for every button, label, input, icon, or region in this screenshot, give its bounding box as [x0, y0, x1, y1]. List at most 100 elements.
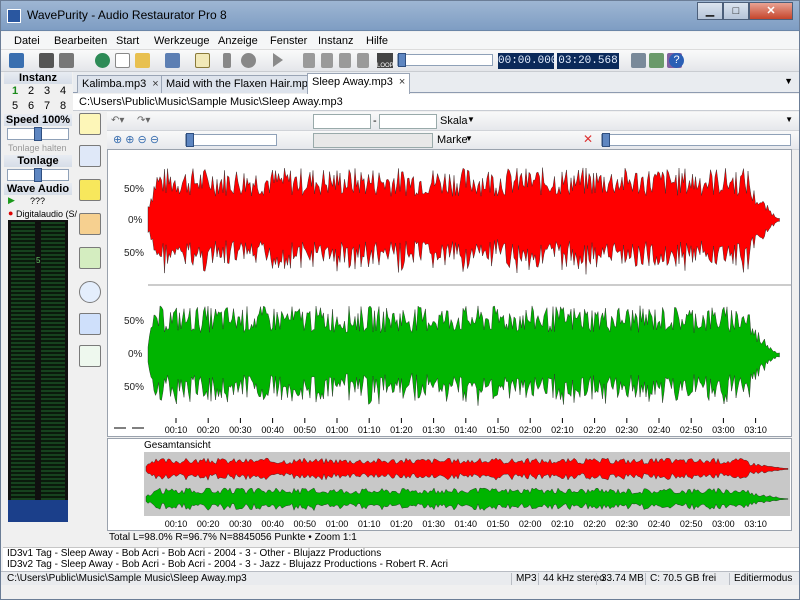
skala-dropdown-icon[interactable]: ▼: [467, 115, 475, 124]
main-toolbar: LOOP 00:00.000 03:20.568 ?: [1, 50, 799, 72]
loop-icon[interactable]: LOOP: [377, 53, 394, 69]
timeline-label: 01:10: [358, 425, 381, 435]
overview-canvas[interactable]: 00:10 00:20 00:30 00:40 00:50 01:00 01:10 01:20…: [108, 439, 791, 530]
vu-tick: 5: [36, 256, 41, 265]
scale-label-r-bot: 50%: [124, 382, 145, 393]
waveform-canvas[interactable]: 00:10 00:20 00:30 00:40 00:50 01:00 01:10 01:20…: [108, 150, 791, 436]
tonlage-halten-label[interactable]: Tonlage halten: [8, 143, 67, 153]
total-line: Total L=98.0% R=96.7% N=8845056 Punkte •…: [109, 532, 357, 543]
volume-slider[interactable]: [601, 133, 791, 147]
burn-cd-icon[interactable]: [649, 53, 664, 68]
menu-werkzeuge[interactable]: Werkzeuge: [154, 35, 209, 47]
save-icon[interactable]: [165, 53, 180, 68]
add-document-tool-icon[interactable]: [79, 345, 101, 367]
range-end-field[interactable]: [379, 114, 437, 129]
left-panel: Instanz 1 2 3 4 5 6 7 8 Speed 100% Tonla…: [4, 72, 77, 574]
tab-sleep-away[interactable]: Sleep Away.mp3 ×: [307, 73, 411, 94]
forward-end-icon[interactable]: [357, 53, 369, 68]
skala-label[interactable]: Skala: [440, 115, 468, 127]
zoom-icon[interactable]: ⊕ ⊕ ⊖ ⊖: [113, 133, 159, 146]
filter-tool-icon[interactable]: [79, 179, 101, 201]
overview-label: Gesamtansicht: [144, 440, 211, 451]
list-tool-icon[interactable]: [79, 145, 101, 167]
settings-icon[interactable]: [9, 53, 24, 68]
wave-toolbar-overflow-icon[interactable]: ▼: [785, 115, 793, 124]
file-path: C:\Users\Public\Music\Sample Music\Sleep…: [79, 96, 343, 108]
tab-close-icon[interactable]: ×: [152, 78, 158, 90]
zoom-slider[interactable]: [185, 133, 277, 147]
instanz-5[interactable]: 5: [12, 100, 18, 112]
redo-icon[interactable]: ↷▾: [137, 115, 150, 126]
overview-timeline-label: 00:20: [197, 519, 220, 529]
overview-panel[interactable]: Gesamtansicht 00:10 00:20 00:30 00:40 00:50 0…: [107, 438, 792, 531]
id3v2-line: ID3v2 Tag - Sleep Away - Bob Acri - Bob …: [7, 559, 448, 570]
new-file-icon[interactable]: [115, 53, 130, 68]
tab-kalimba[interactable]: Kalimba.mp3 ×: [77, 75, 164, 93]
speed-slider[interactable]: [7, 127, 69, 141]
instanz-4[interactable]: 4: [60, 85, 66, 97]
position-slider[interactable]: [397, 53, 493, 67]
overview-timeline-label: 00:10: [165, 519, 188, 529]
instanz-8[interactable]: 8: [60, 100, 66, 112]
minimize-button[interactable]: ▁: [697, 2, 723, 20]
rewind-start-icon[interactable]: [303, 53, 315, 68]
menu-anzeige[interactable]: Anzeige: [218, 35, 258, 47]
open-folder-icon[interactable]: [135, 53, 150, 68]
tag-tool-icon[interactable]: [79, 313, 101, 335]
maximize-button[interactable]: □: [723, 2, 749, 20]
waveform-view[interactable]: 00:10 00:20 00:30 00:40 00:50 01:00 01:10 01:20…: [107, 149, 792, 437]
menu-bearbeiten[interactable]: Bearbeiten: [54, 35, 107, 47]
print-icon[interactable]: [39, 53, 54, 68]
edit-tool-icon[interactable]: [79, 113, 101, 135]
play-icon[interactable]: [273, 53, 283, 67]
clock-tool-icon[interactable]: [79, 281, 101, 303]
rewind-icon[interactable]: [321, 53, 333, 68]
play-indicator-icon: ▶: [8, 195, 15, 205]
menu-start[interactable]: Start: [116, 35, 139, 47]
tools-icon[interactable]: [59, 53, 74, 68]
tonlage-slider[interactable]: [7, 168, 69, 182]
tabs-dropdown-icon[interactable]: ▼: [784, 76, 793, 86]
timeline-label: 02:10: [551, 425, 574, 435]
timeline-label: 02:30: [616, 425, 639, 435]
wave-audio-value: ???: [30, 196, 46, 206]
delete-marker-icon[interactable]: ✕: [583, 132, 593, 146]
stop-icon[interactable]: [223, 53, 231, 68]
marke-dropdown-icon[interactable]: ▼: [465, 134, 473, 143]
app-logo-icon: [7, 9, 21, 23]
tab-close-icon[interactable]: ×: [399, 76, 405, 88]
menu-hilfe[interactable]: Hilfe: [366, 35, 388, 47]
instanz-7[interactable]: 7: [44, 100, 50, 112]
equalizer-tool-icon[interactable]: [79, 247, 101, 269]
tab-label: Kalimba.mp3: [82, 78, 147, 90]
device-label[interactable]: Digitalaudio (S/: [16, 209, 77, 219]
menu-fenster[interactable]: Fenster: [270, 35, 307, 47]
timeline-label: 03:10: [744, 425, 767, 435]
marke-label[interactable]: Marke: [437, 134, 468, 146]
wave-toolbar-2: ⊕ ⊕ ⊖ ⊖ Marke ▼ ✕: [107, 131, 799, 150]
status-mode: Editiermodus: [729, 573, 792, 585]
range-start-field[interactable]: [313, 114, 371, 129]
effect-tool-icon[interactable]: [79, 213, 101, 235]
record-icon[interactable]: [241, 53, 256, 68]
close-button[interactable]: ✕: [749, 2, 793, 20]
undo-icon[interactable]: ↶▾: [111, 115, 124, 126]
status-free: C: 70.5 GB frei: [645, 573, 716, 585]
menu-datei[interactable]: Datei: [14, 35, 40, 47]
instanz-6[interactable]: 6: [28, 100, 34, 112]
help-icon[interactable]: ?: [669, 53, 684, 68]
clipboard-icon[interactable]: [195, 53, 210, 68]
instanz-3[interactable]: 3: [44, 85, 50, 97]
speaker-icon[interactable]: [631, 53, 646, 68]
instanz-1[interactable]: 1: [12, 85, 18, 97]
menu-instanz[interactable]: Instanz: [318, 35, 353, 47]
timeline-label: 00:40: [261, 425, 284, 435]
forward-icon[interactable]: [339, 53, 351, 68]
timeline-label: 01:00: [326, 425, 349, 435]
timeline-label: 02:50: [680, 425, 703, 435]
tab-maid-with-the-flaxen-hair[interactable]: Maid with the Flaxen Hair.mp3×: [161, 75, 332, 93]
overview-timeline-label: 03:10: [744, 519, 767, 529]
instanz-2[interactable]: 2: [28, 85, 34, 97]
record-device-icon[interactable]: [95, 53, 110, 68]
marker-select[interactable]: [313, 133, 433, 148]
